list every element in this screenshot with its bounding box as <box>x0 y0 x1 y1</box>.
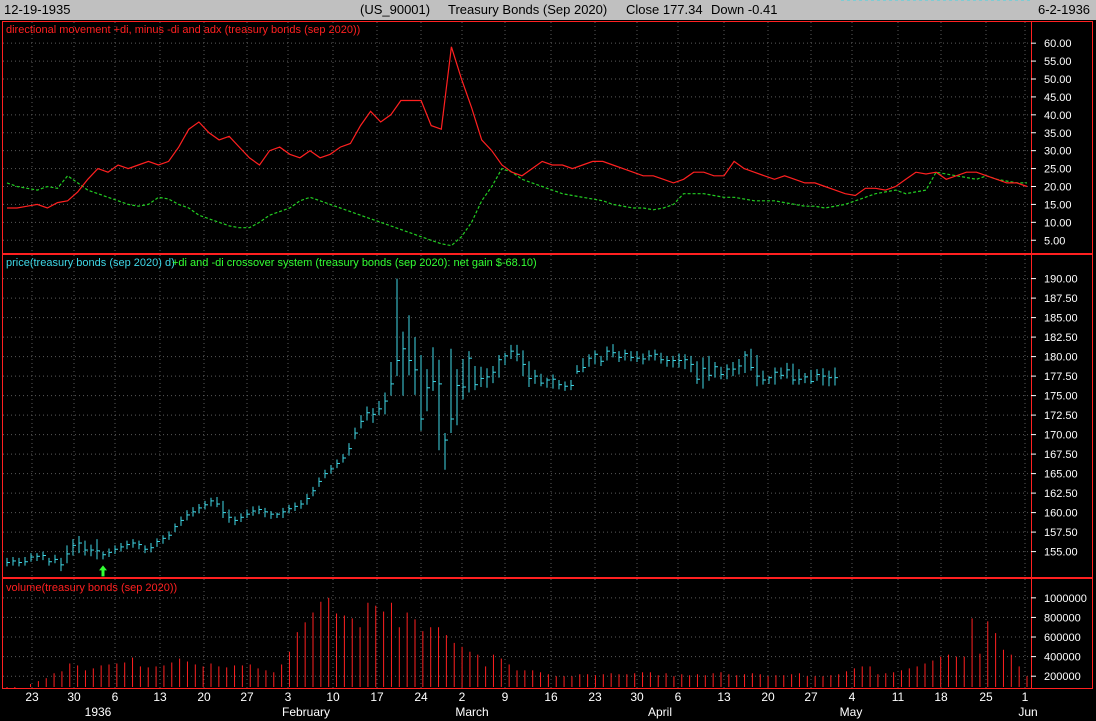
x-day-label: 18 <box>934 690 948 704</box>
x-day-label: 6 <box>675 690 682 704</box>
price-tick-label: 155.00 <box>1044 547 1078 559</box>
x-day-label: 30 <box>67 690 81 704</box>
volume-tick-label: 800000 <box>1044 612 1081 624</box>
x-day-label: 4 <box>849 690 856 704</box>
x-day-label: 11 <box>892 690 905 704</box>
x-day-label: 27 <box>240 690 254 704</box>
price-title: price(treasury bonds (sep 2020) d) <box>6 257 175 269</box>
dmi-title: directional movement +di, minus -di and … <box>6 24 360 36</box>
dmi-tick-label: 50.00 <box>1044 74 1072 86</box>
volume-panel-frame <box>2 578 1093 689</box>
price-tick-label: 185.00 <box>1044 313 1078 325</box>
x-month-label: Jun <box>1018 705 1037 719</box>
price-tick-label: 160.00 <box>1044 508 1078 520</box>
dmi-tick-label: 15.00 <box>1044 199 1072 211</box>
x-day-label: 17 <box>370 690 384 704</box>
x-day-label: 20 <box>197 690 211 704</box>
x-day-label: 20 <box>761 690 775 704</box>
x-day-label: 30 <box>630 690 644 704</box>
x-day-label: 10 <box>326 690 340 704</box>
x-month-label: March <box>455 705 488 719</box>
x-day-label: 1 <box>1022 690 1029 704</box>
price-tick-label: 182.50 <box>1044 332 1078 344</box>
price-panel-frame <box>2 254 1093 578</box>
dmi-tick-label: 45.00 <box>1044 92 1072 104</box>
dmi-tick-label: 10.00 <box>1044 217 1072 229</box>
price-tick-label: 187.50 <box>1044 293 1078 305</box>
x-day-label: 9 <box>502 690 509 704</box>
x-day-label: 23 <box>25 690 39 704</box>
price-tick-label: 177.50 <box>1044 371 1078 383</box>
volume-tick-label: 1000000 <box>1044 593 1087 605</box>
x-day-label: 13 <box>717 690 731 704</box>
x-day-label: 6 <box>112 690 119 704</box>
price-tick-label: 167.50 <box>1044 449 1078 461</box>
x-day-label: 27 <box>804 690 818 704</box>
x-day-label: 3 <box>285 690 292 704</box>
price-tick-label: 175.00 <box>1044 391 1078 403</box>
price-tick-label: 165.00 <box>1044 469 1078 481</box>
dmi-tick-label: 40.00 <box>1044 110 1072 122</box>
x-day-label: 13 <box>153 690 167 704</box>
dmi-tick-label: 60.00 <box>1044 38 1072 50</box>
volume-tick-label: 600000 <box>1044 632 1081 644</box>
dmi-panel-frame <box>2 21 1093 254</box>
dmi-tick-label: 5.00 <box>1044 235 1065 247</box>
volume-title: volume(treasury bonds (sep 2020)) <box>6 582 177 594</box>
x-month-label: 1936 <box>85 705 112 719</box>
dmi-tick-label: 35.00 <box>1044 128 1072 140</box>
price-tick-label: 162.50 <box>1044 488 1078 500</box>
system-title: +di and -di crossover system (treasury b… <box>172 257 537 269</box>
price-tick-label: 157.50 <box>1044 527 1078 539</box>
price-tick-label: 180.00 <box>1044 352 1078 364</box>
x-day-label: 23 <box>588 690 602 704</box>
volume-tick-label: 400000 <box>1044 652 1081 664</box>
x-day-label: 25 <box>979 690 993 704</box>
volume-tick-label: 200000 <box>1044 671 1081 683</box>
dmi-tick-label: 55.00 <box>1044 56 1072 68</box>
x-month-label: May <box>840 705 863 719</box>
chart-window: 12-19-1935 (US_90001) Treasury Bonds (Se… <box>0 0 1096 721</box>
x-month-label: April <box>648 705 672 719</box>
x-month-label: February <box>282 705 330 719</box>
price-tick-label: 172.50 <box>1044 410 1078 422</box>
dmi-tick-label: 20.00 <box>1044 182 1072 194</box>
dmi-tick-label: 25.00 <box>1044 164 1072 176</box>
dmi-tick-label: 30.00 <box>1044 146 1072 158</box>
price-tick-label: 190.00 <box>1044 274 1078 286</box>
chart-svg: 60.0055.0050.0045.0040.0035.0030.0025.00… <box>2 0 1093 719</box>
x-day-label: 2 <box>459 690 466 704</box>
x-day-label: 16 <box>544 690 558 704</box>
buy-arrow-icon <box>99 565 107 577</box>
x-day-label: 24 <box>414 690 428 704</box>
price-tick-label: 170.00 <box>1044 430 1078 442</box>
